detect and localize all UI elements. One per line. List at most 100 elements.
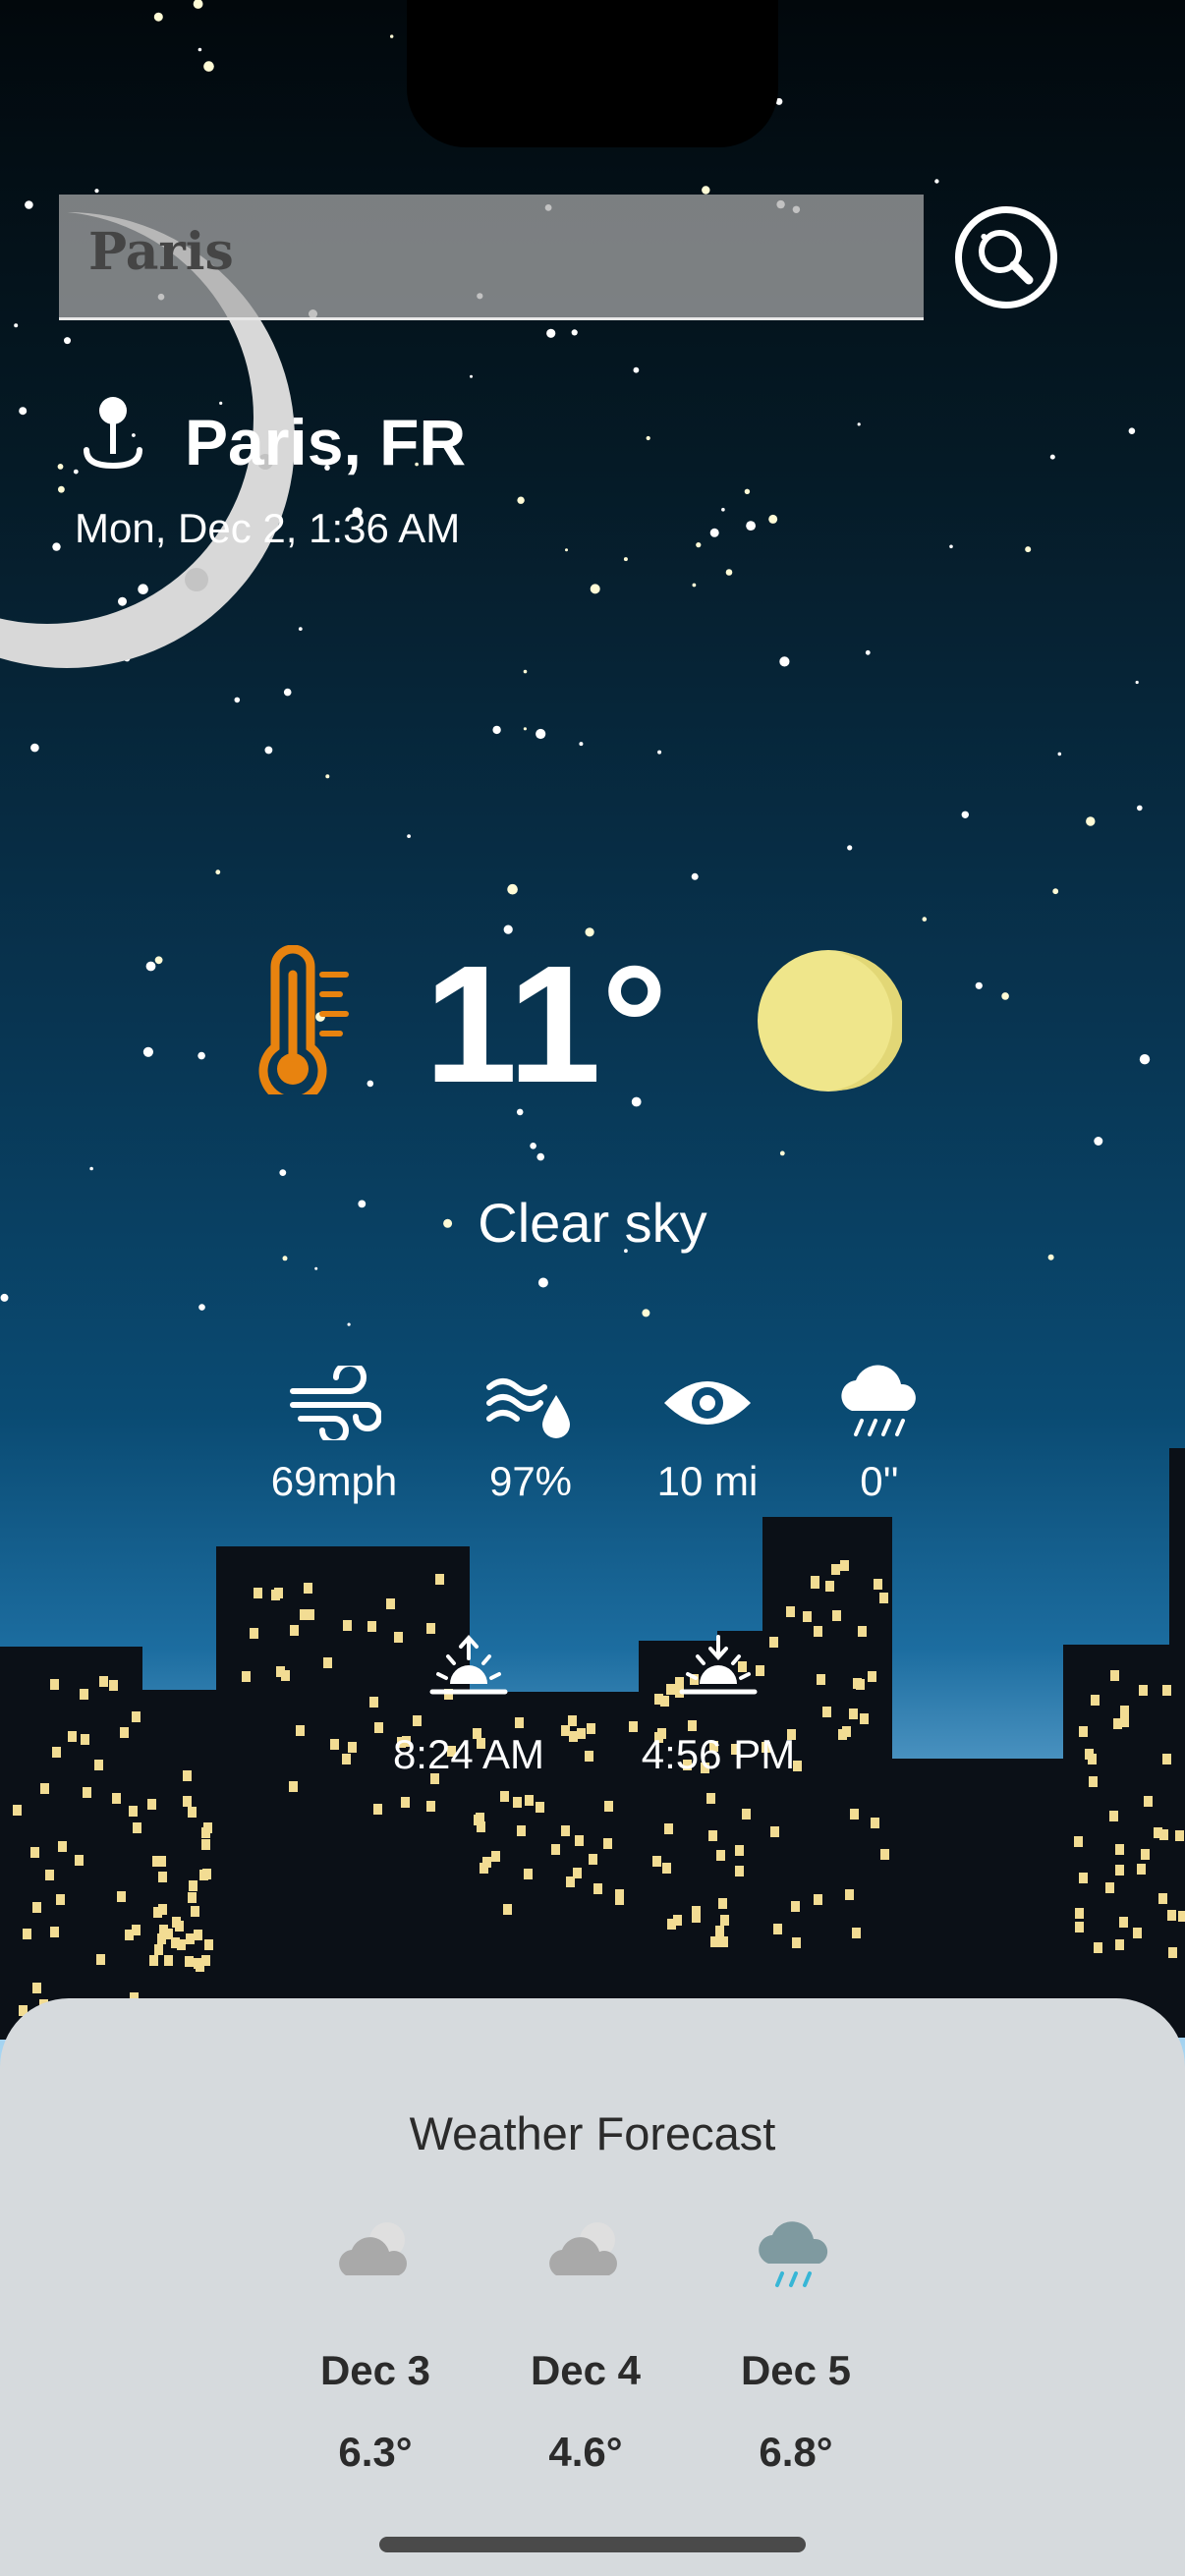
building-window — [1115, 1939, 1124, 1950]
sunset-time: 4:56 PM — [641, 1731, 796, 1777]
building-window — [719, 1936, 728, 1947]
search-button[interactable] — [955, 206, 1057, 308]
building-window — [561, 1825, 570, 1836]
building-window — [503, 1904, 512, 1915]
building-window — [673, 1915, 682, 1926]
building-window — [831, 1564, 840, 1575]
building-window — [1159, 1829, 1168, 1840]
forecast-day-1[interactable]: Dec 3 6.3° — [277, 1998, 474, 2576]
building-window — [83, 1787, 91, 1798]
building-window — [13, 1805, 22, 1816]
weather-condition: Clear sky — [478, 1192, 707, 1254]
forecast-temp: 6.3° — [338, 2429, 413, 2475]
building-window — [96, 1954, 105, 1965]
building-window — [401, 1797, 410, 1808]
city-search-field[interactable]: Paris — [59, 195, 924, 320]
building-window — [204, 1939, 213, 1950]
building-window — [587, 1723, 595, 1734]
building-window — [164, 1955, 173, 1966]
forecast-date: Dec 3 — [319, 2347, 431, 2393]
building-window — [832, 1610, 841, 1621]
building-window — [577, 1728, 586, 1739]
building-window — [133, 1822, 141, 1833]
building-window — [575, 1835, 584, 1846]
building-window — [770, 1826, 779, 1837]
humidity-icon — [486, 1378, 570, 1438]
building-window — [250, 1628, 258, 1639]
forecast-date: Dec 4 — [530, 2347, 642, 2393]
building-window — [822, 1707, 831, 1717]
building-window — [513, 1797, 522, 1808]
building-window — [603, 1838, 612, 1849]
building-window — [426, 1801, 435, 1812]
building-window — [536, 1802, 544, 1813]
building-window — [186, 1933, 195, 1944]
building-window — [1105, 1882, 1114, 1893]
building-window — [664, 1823, 673, 1834]
building-window — [615, 1889, 624, 1900]
building-window — [129, 1806, 138, 1817]
forecast-day-2[interactable]: Dec 4 4.6° — [487, 1998, 684, 2576]
building-window — [589, 1854, 597, 1865]
building-window — [1109, 1811, 1118, 1821]
forecast-panel[interactable]: Weather Forecast Dec 3 6.3° Dec 4 4.6° D… — [0, 1998, 1185, 2576]
building-window — [742, 1809, 751, 1820]
forecast-day-3[interactable]: Dec 5 6.8° — [698, 1998, 894, 2576]
building-window — [718, 1898, 727, 1909]
building-window — [716, 1850, 725, 1861]
building-window — [194, 1930, 202, 1940]
building-window — [201, 1827, 210, 1838]
building-window — [120, 1727, 129, 1738]
current-temperature: 11° — [424, 931, 668, 1118]
home-indicator[interactable] — [379, 2537, 806, 2552]
building-window — [817, 1674, 825, 1685]
building-window — [803, 1611, 812, 1622]
building-window — [330, 1739, 339, 1750]
building-window — [1119, 1917, 1128, 1928]
building-window — [109, 1680, 118, 1691]
building-window — [720, 1915, 729, 1926]
building-window — [152, 1856, 161, 1867]
building-window — [45, 1870, 54, 1880]
building-window — [1113, 1718, 1122, 1729]
forecast-date: Dec 5 — [740, 2347, 852, 2393]
moon-icon — [758, 950, 902, 1092]
building-window — [825, 1581, 834, 1592]
building-window — [147, 1799, 156, 1810]
building-window — [185, 1956, 194, 1967]
building-window — [367, 1621, 376, 1632]
visibility-eye-icon — [664, 1381, 751, 1425]
building-window — [850, 1809, 859, 1820]
building-window — [158, 1872, 167, 1882]
building-window — [868, 1671, 876, 1682]
sunset-icon — [679, 1635, 758, 1695]
building-window — [32, 1983, 41, 1993]
building-window — [1175, 1830, 1184, 1841]
building-window — [838, 1729, 847, 1740]
building-window — [50, 1679, 59, 1690]
thermometer-icon — [258, 945, 349, 1094]
wind-stat: 69mph — [255, 1361, 413, 1505]
building-window — [191, 1906, 199, 1917]
building-window — [296, 1725, 305, 1736]
building-window — [81, 1734, 89, 1745]
building-window — [1158, 1893, 1167, 1904]
search-input-value[interactable]: Paris — [88, 222, 234, 282]
building-window — [1091, 1695, 1100, 1706]
building-window — [1110, 1670, 1119, 1681]
building-window — [708, 1830, 717, 1841]
building-window — [1167, 1910, 1176, 1921]
search-icon — [979, 230, 1034, 285]
building-window — [1178, 1911, 1185, 1922]
building-window — [289, 1781, 298, 1792]
building-window — [1137, 1864, 1146, 1875]
building-window — [1141, 1849, 1150, 1860]
building-window — [300, 1609, 309, 1620]
local-datetime: Mon, Dec 2, 1:36 AM — [75, 505, 461, 551]
building-window — [660, 1696, 669, 1707]
building-window — [482, 1857, 491, 1868]
building-window — [183, 1796, 192, 1807]
building-window — [849, 1708, 858, 1719]
building-window — [769, 1637, 778, 1648]
building-window — [860, 1713, 869, 1724]
